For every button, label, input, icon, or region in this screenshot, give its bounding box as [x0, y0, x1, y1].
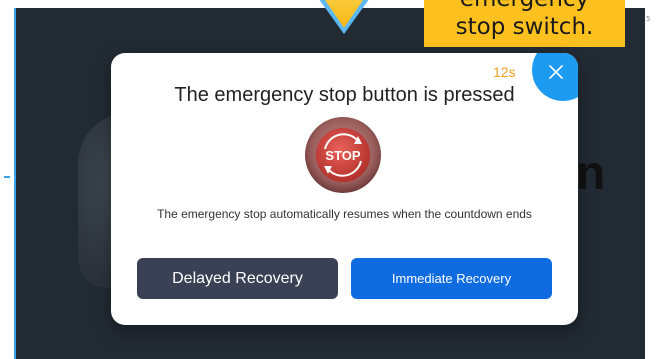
emergency-stop-icon: STOP: [305, 117, 381, 193]
tutorial-callout: emergency stop switch.: [424, 0, 625, 47]
callout-line-1: emergency: [424, 0, 625, 12]
countdown-timer: 12s: [493, 64, 516, 80]
immediate-recovery-button[interactable]: Immediate Recovery: [351, 258, 552, 299]
immediate-recovery-label: Immediate Recovery: [391, 271, 512, 286]
corner-mark: 5: [646, 15, 651, 23]
edge-marker: [4, 176, 10, 178]
arrow-down-icon: [319, 0, 369, 34]
background-text: n: [576, 147, 606, 200]
stop-icon-label: STOP: [325, 148, 360, 163]
emergency-stop-dialog: 12s The emergency stop button is pressed…: [111, 53, 578, 325]
close-icon: [549, 65, 563, 79]
delayed-recovery-button[interactable]: Delayed Recovery: [137, 258, 338, 299]
dialog-title: The emergency stop button is pressed: [174, 84, 515, 106]
callout-line-2: stop switch.: [455, 14, 594, 40]
dialog-description: The emergency stop automatically resumes…: [157, 207, 532, 221]
delayed-recovery-label: Delayed Recovery: [172, 269, 303, 287]
